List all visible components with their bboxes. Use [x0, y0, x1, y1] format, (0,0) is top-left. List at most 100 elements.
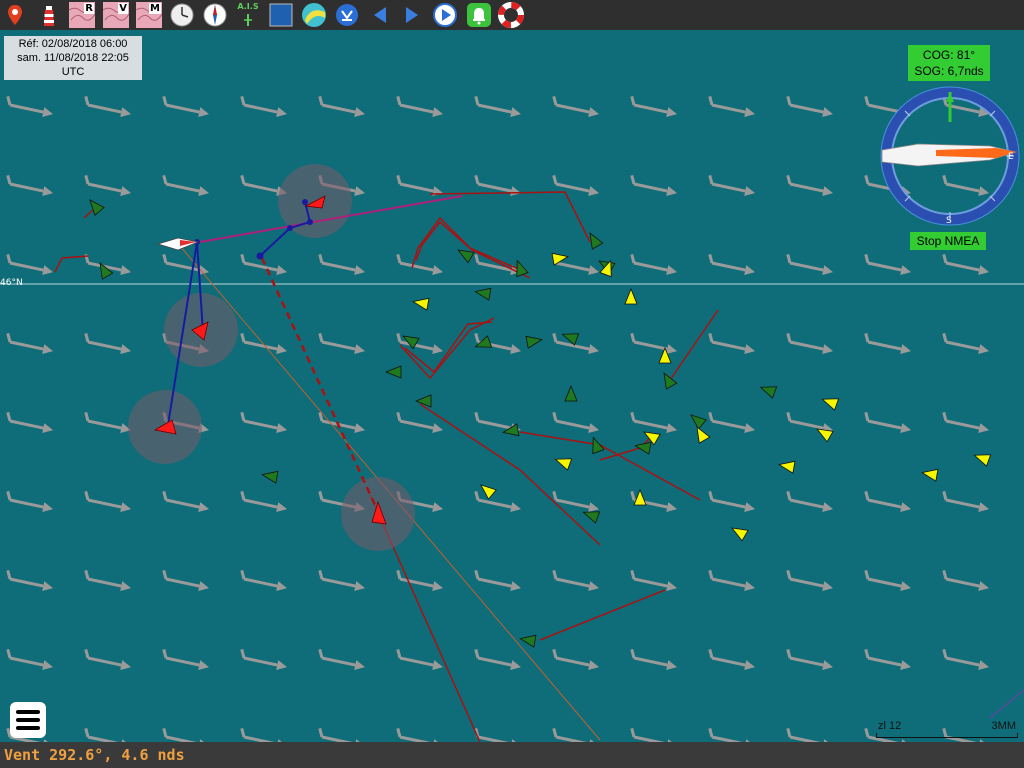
- wind-arrow: [6, 569, 54, 591]
- menu-button[interactable]: [10, 702, 46, 738]
- fleet-boat[interactable]: [729, 523, 749, 542]
- route-icon[interactable]: [334, 2, 360, 28]
- compass-icon[interactable]: [202, 2, 228, 28]
- wind-arrow: [864, 332, 912, 354]
- wind-arrow: [396, 648, 444, 670]
- stop-nmea-button[interactable]: Stop NMEA: [910, 232, 986, 250]
- ally-boat[interactable]: [384, 365, 402, 379]
- wind-arrow: [396, 95, 444, 117]
- fleet-boat[interactable]: [972, 450, 992, 467]
- wind-arrow: [162, 490, 210, 512]
- wind-arrow: [942, 411, 990, 433]
- wind-arrow: [864, 490, 912, 512]
- wind-arrow: [240, 727, 288, 742]
- sea-chart[interactable]: [0, 30, 1024, 742]
- wind-arrow: [708, 174, 756, 196]
- ally-boat[interactable]: [758, 382, 778, 399]
- ally-boat[interactable]: [588, 435, 605, 455]
- wind-arrow: [396, 727, 444, 742]
- fleet-boat[interactable]: [477, 480, 497, 500]
- lifebuoy-icon[interactable]: [498, 2, 524, 28]
- wind-arrow: [552, 174, 600, 196]
- weather-icon[interactable]: [301, 2, 327, 28]
- clock-icon[interactable]: [169, 2, 195, 28]
- ally-boat[interactable]: [261, 469, 279, 484]
- wind-arrow: [162, 95, 210, 117]
- wind-arrow: [864, 253, 912, 275]
- square-icon[interactable]: [268, 2, 294, 28]
- ally-boat[interactable]: [474, 286, 492, 301]
- wind-arrow: [396, 569, 444, 591]
- wind-arrow: [84, 490, 132, 512]
- bell-icon[interactable]: [466, 2, 492, 28]
- back-icon[interactable]: [367, 2, 393, 28]
- fleet-boat[interactable]: [778, 459, 796, 474]
- ais-icon[interactable]: A.I.S: [235, 2, 261, 28]
- wind-arrow: [396, 332, 444, 354]
- ally-boat[interactable]: [455, 245, 475, 264]
- ref-date: Réf: 02/08/2018 06:00: [18, 38, 128, 50]
- chart-v-icon[interactable]: V: [103, 2, 129, 28]
- cog-value: COG: 81°: [922, 48, 976, 62]
- wind-arrow: [474, 648, 522, 670]
- wind-arrow: [552, 95, 600, 117]
- scale-distance: 3MM: [991, 720, 1016, 732]
- forward-icon[interactable]: [399, 2, 425, 28]
- wind-arrow: [552, 411, 600, 433]
- compass-east: E: [1008, 152, 1014, 162]
- wind-arrow: [786, 332, 834, 354]
- fleet-boat[interactable]: [633, 488, 647, 506]
- fleet-boat[interactable]: [553, 454, 573, 471]
- wind-arrow: [240, 411, 288, 433]
- fleet-boat[interactable]: [820, 394, 840, 411]
- ais-label: A.I.S: [237, 2, 259, 11]
- wind-arrow: [84, 95, 132, 117]
- fleet-boat[interactable]: [921, 467, 939, 482]
- wind-arrow: [630, 174, 678, 196]
- wind-arrow: [630, 411, 678, 433]
- wind-arrow: [240, 253, 288, 275]
- wind-arrow: [552, 569, 600, 591]
- chart-m-letter: M: [149, 3, 161, 14]
- wind-arrow: [84, 569, 132, 591]
- wind-arrow: [6, 95, 54, 117]
- wind-arrow: [6, 332, 54, 354]
- wind-arrow: [84, 648, 132, 670]
- wind-arrow: [552, 727, 600, 742]
- fleet-boat[interactable]: [412, 296, 430, 311]
- zoom-level: zl 12: [878, 720, 902, 732]
- wind-arrow: [396, 253, 444, 275]
- timezone: UTC: [61, 66, 85, 78]
- ally-boat[interactable]: [414, 394, 432, 408]
- wind-arrow: [240, 569, 288, 591]
- wind-arrow: [708, 253, 756, 275]
- wind-arrow: [162, 174, 210, 196]
- ally-boat[interactable]: [519, 633, 537, 648]
- ally-boat[interactable]: [634, 440, 652, 455]
- wind-arrow: [84, 727, 132, 742]
- lighthouse-icon[interactable]: [36, 2, 62, 28]
- range-circles: [128, 164, 415, 551]
- wind-arrow: [318, 253, 366, 275]
- wind-arrow: [864, 569, 912, 591]
- chart-m-icon[interactable]: M: [136, 2, 162, 28]
- cog-sog-box: COG: 81° SOG: 6,7nds: [908, 45, 990, 81]
- wind-arrow: [630, 253, 678, 275]
- wind-arrow: [6, 411, 54, 433]
- chart-r-icon[interactable]: R: [69, 2, 95, 28]
- ally-boat[interactable]: [85, 196, 105, 216]
- wind-arrow: [942, 253, 990, 275]
- map-pin-icon[interactable]: [2, 2, 28, 28]
- wind-arrow: [708, 648, 756, 670]
- ally-boat[interactable]: [564, 384, 578, 402]
- wind-arrow: [474, 174, 522, 196]
- wind-arrow: [708, 569, 756, 591]
- ally-boat[interactable]: [585, 230, 604, 250]
- fleet-boat[interactable]: [624, 287, 638, 305]
- wind-arrow: [474, 95, 522, 117]
- ally-boat[interactable]: [525, 334, 543, 349]
- wind-arrow: [240, 648, 288, 670]
- play-icon[interactable]: [432, 2, 458, 28]
- wind-arrow: [474, 490, 522, 512]
- ally-boat[interactable]: [95, 260, 114, 280]
